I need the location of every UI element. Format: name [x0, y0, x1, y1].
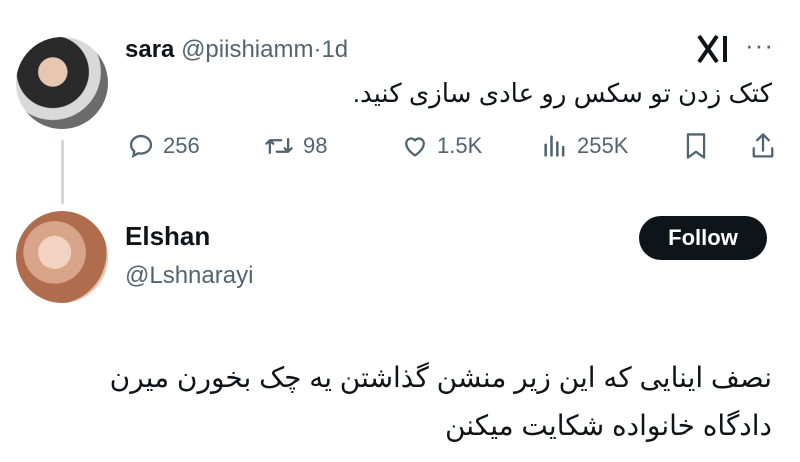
- author-handle[interactable]: @piishiamm: [181, 36, 313, 63]
- views-count: 255K: [577, 133, 629, 158]
- reply-author-name[interactable]: Elshan: [125, 221, 210, 252]
- tweet-time[interactable]: 1d: [321, 36, 348, 63]
- heart-icon: [401, 132, 429, 160]
- reply-text-line-2: دادگاه خانواده شکایت میکنن: [444, 410, 772, 441]
- retweet-icon: [263, 132, 295, 160]
- avatar-elshan[interactable]: [16, 211, 108, 303]
- more-options-icon[interactable]: ···: [745, 30, 774, 61]
- views-icon: [541, 132, 569, 160]
- like-button[interactable]: 1.5K: [401, 128, 482, 164]
- like-count: 1.5K: [437, 133, 483, 158]
- reply-count: 256: [163, 133, 200, 158]
- reply-author-handle[interactable]: @Lshnarayi: [125, 262, 253, 290]
- tweet-header: sara @piishiamm·1d: [125, 36, 348, 64]
- bookmark-icon: [682, 131, 710, 161]
- reply-text-line-1: نصف اینایی که این زیر منشن گذاشتن یه چک …: [109, 362, 772, 393]
- share-button[interactable]: [749, 128, 777, 164]
- reply-text: نصف اینایی که این زیر منشن گذاشتن یه چک …: [12, 354, 772, 450]
- views-button[interactable]: 255K: [541, 128, 628, 164]
- bookmark-button[interactable]: [682, 128, 710, 164]
- tweet-actions: 256 98 1.5K 255K: [0, 128, 800, 168]
- x-logo-icon: [697, 34, 733, 72]
- tweet-text: کتک زدن تو سکس رو عادی سازی کنید.: [352, 78, 772, 108]
- reply-button[interactable]: 256: [127, 128, 200, 164]
- author-name[interactable]: sara: [125, 36, 174, 63]
- follow-button[interactable]: Follow: [639, 216, 767, 260]
- reply-icon: [127, 132, 155, 160]
- retweet-button[interactable]: 98: [263, 128, 327, 164]
- retweet-count: 98: [303, 133, 328, 158]
- avatar-sara[interactable]: [16, 37, 108, 129]
- share-icon: [749, 131, 777, 161]
